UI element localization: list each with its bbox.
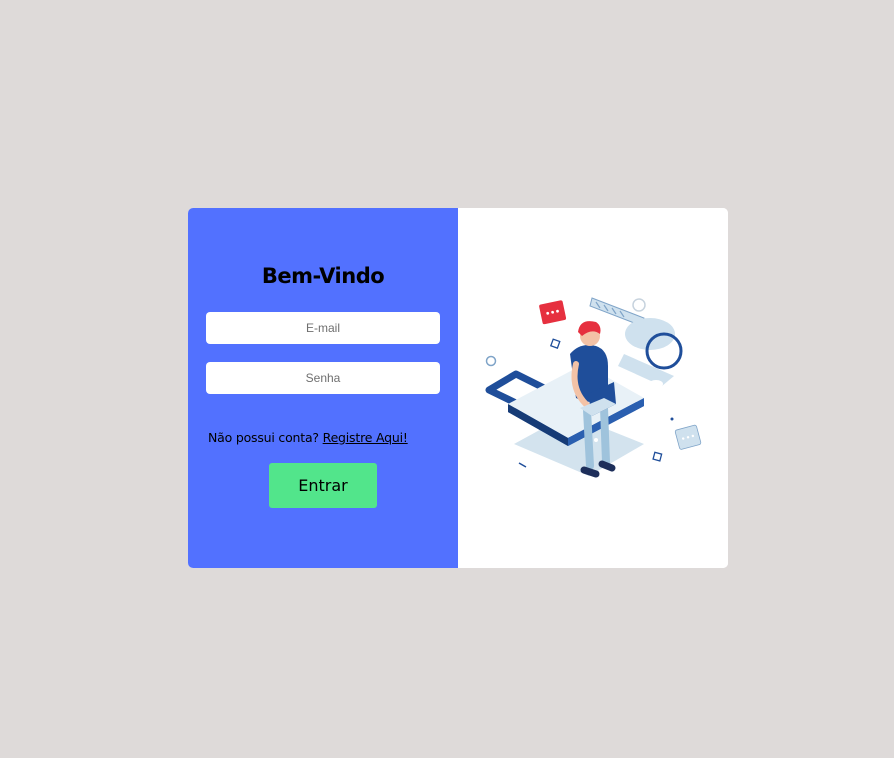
login-form-panel: Bem-Vindo Não possui conta? Registre Aqu… (188, 208, 458, 568)
submit-button[interactable]: Entrar (269, 463, 377, 508)
page-title: Bem-Vindo (261, 264, 385, 288)
register-prompt-text: Não possui conta? (208, 430, 319, 445)
person-with-laptop-illustration-icon (485, 297, 702, 478)
email-input[interactable] (206, 312, 440, 344)
register-link[interactable]: Registre Aqui! (323, 430, 408, 445)
illustration-panel (458, 208, 728, 568)
login-card: Bem-Vindo Não possui conta? Registre Aqu… (188, 208, 728, 568)
register-prompt-line: Não possui conta? Registre Aqui! (208, 430, 408, 445)
password-input[interactable] (206, 362, 440, 394)
